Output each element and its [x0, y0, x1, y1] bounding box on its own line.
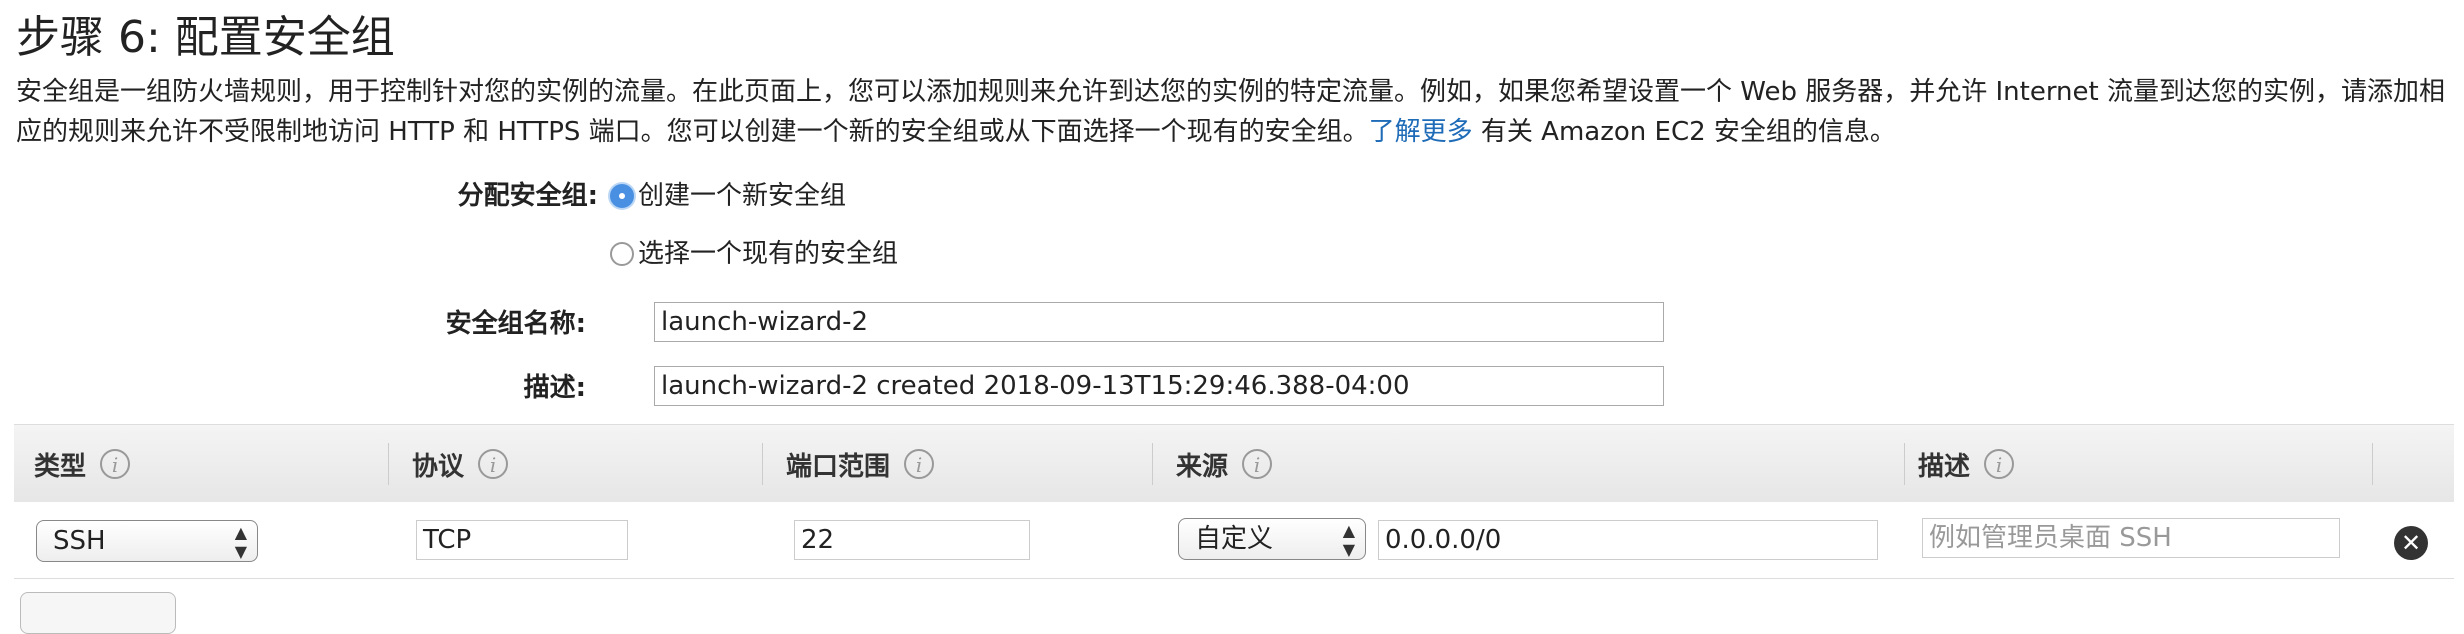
protocol-field: TCP [416, 520, 628, 560]
security-group-name-label: 安全组名称: [445, 309, 586, 339]
description-text-after: 有关 Amazon EC2 安全组的信息。 [1472, 117, 1896, 147]
column-divider [388, 443, 389, 485]
port-range-field: 22 [794, 520, 1030, 560]
security-group-name-input[interactable]: launch-wizard-2 [654, 302, 1664, 342]
radio-select-existing-label[interactable]: 选择一个现有的安全组 [638, 236, 898, 272]
column-header-port-range: 端口范围 i [786, 425, 935, 503]
source-type-select[interactable]: 自定义 ▲ ▼ [1178, 518, 1366, 560]
source-cidr-input[interactable]: 0.0.0.0/0 [1378, 520, 1878, 560]
column-header-protocol: 协议 i [412, 425, 509, 503]
radio-create-new-label[interactable]: 创建一个新安全组 [638, 178, 846, 214]
column-divider [2372, 443, 2373, 485]
rules-table-header: 类型 i 协议 i 端口范围 i 来源 i 描述 i [14, 424, 2454, 504]
security-group-description-input[interactable]: launch-wizard-2 created 2018-09-13T15:29… [654, 366, 1664, 406]
learn-more-link[interactable]: 了解更多 [1369, 117, 1473, 147]
info-icon[interactable]: i [1984, 449, 2015, 479]
radio-create-new[interactable]: 创建一个新安全组 [610, 178, 846, 214]
table-row: SSH ▲ ▼ TCP 22 自定义 ▲ ▼ 0.0.0.0/0 例如管理员桌面 S… [14, 502, 2454, 579]
security-group-description-label: 描述: [523, 373, 586, 403]
column-header-type: 类型 i [34, 425, 131, 503]
remove-circle-icon[interactable]: ✕ [2394, 526, 2428, 560]
info-icon[interactable]: i [478, 449, 509, 479]
info-icon[interactable]: i [1242, 449, 1273, 479]
description-text: 安全组是一组防火墙规则，用于控制针对您的实例的流量。在此页面上，您可以添加规则来… [16, 77, 2445, 147]
page-title: 步骤 6: 配置安全组 [16, 12, 395, 63]
column-divider [762, 443, 763, 485]
type-select[interactable]: SSH ▲ ▼ [36, 520, 258, 562]
page-description: 安全组是一组防火墙规则，用于控制针对您的实例的流量。在此页面上，您可以添加规则来… [16, 72, 2456, 152]
up-down-arrows-icon: ▲ ▼ [234, 523, 247, 561]
column-header-source: 来源 i [1176, 425, 1273, 503]
column-divider [1904, 443, 1905, 485]
radio-selected-icon[interactable] [610, 184, 634, 208]
radio-select-existing[interactable]: 选择一个现有的安全组 [610, 236, 898, 272]
info-icon[interactable]: i [904, 449, 935, 479]
column-divider [1152, 443, 1153, 485]
rule-description-input[interactable]: 例如管理员桌面 SSH [1922, 518, 2340, 558]
column-header-description: 描述 i [1918, 425, 2015, 503]
up-down-arrows-icon: ▲ ▼ [1342, 521, 1355, 559]
source-type-select-value: 自定义 [1195, 524, 1274, 554]
type-select-value: SSH [53, 526, 106, 556]
add-rule-button[interactable] [20, 592, 176, 634]
assign-security-group-label: 分配安全组: [457, 181, 598, 211]
info-icon[interactable]: i [100, 449, 131, 479]
radio-unselected-icon[interactable] [610, 242, 634, 266]
